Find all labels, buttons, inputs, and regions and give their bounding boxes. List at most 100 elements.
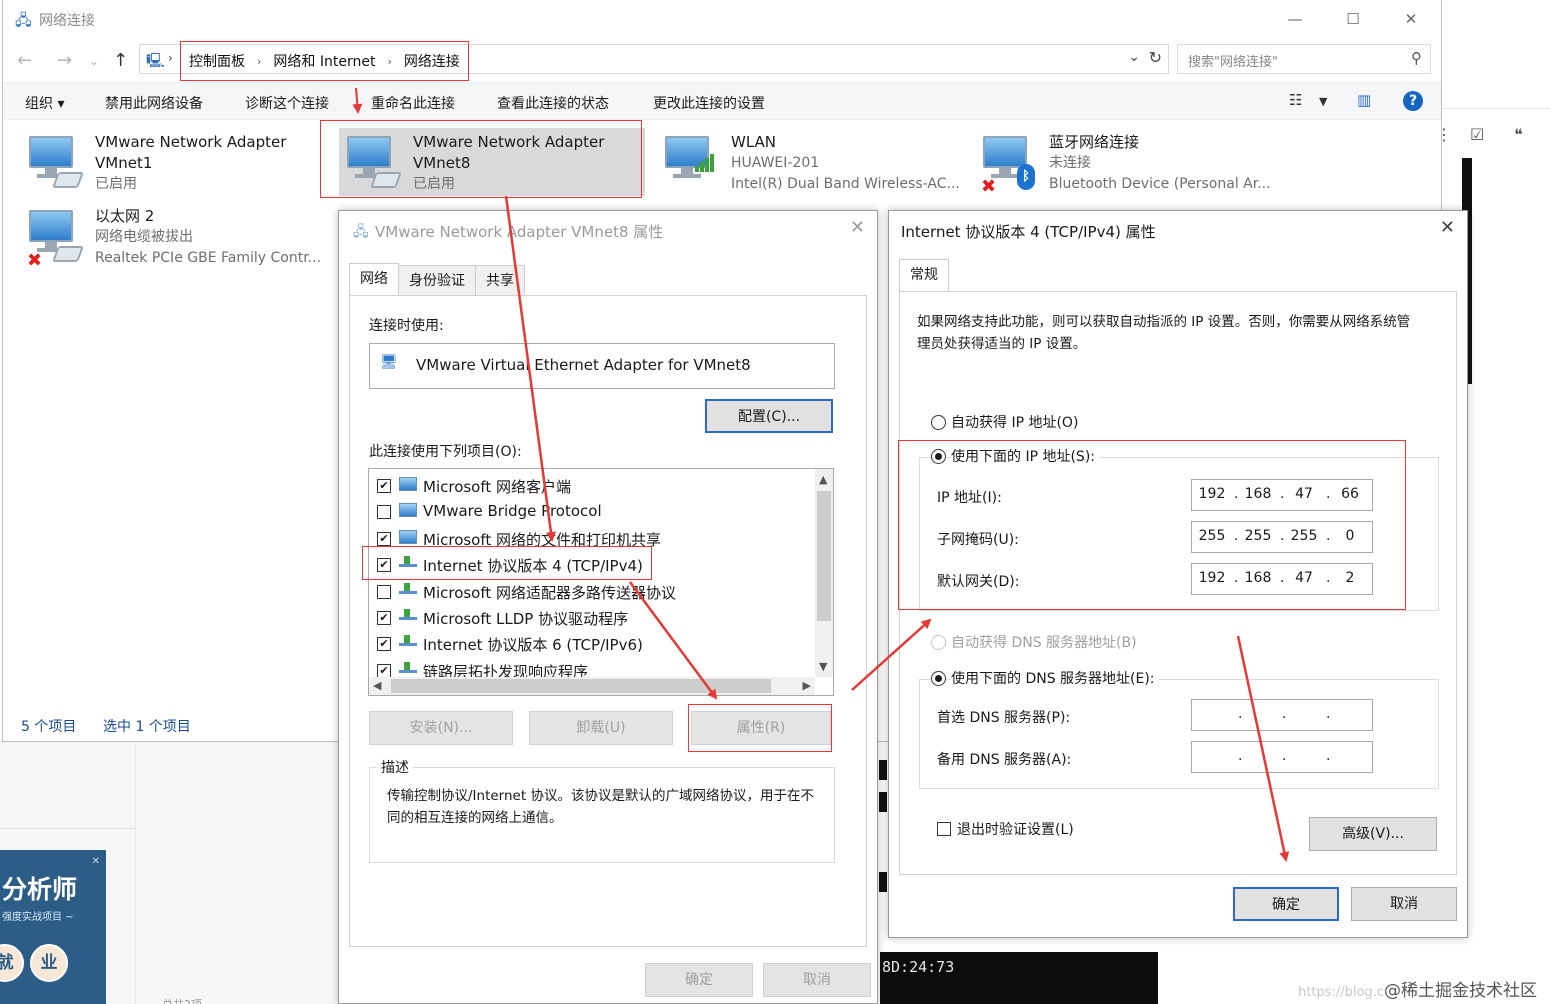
terminal-output: 8D:24:73: [880, 952, 1158, 1004]
minimize-button[interactable]: —: [1273, 6, 1317, 32]
quote-icon[interactable]: ❝: [1514, 125, 1523, 144]
adapter-ethernet2[interactable]: ✖ 以太网 2 网络电缆被拔出 Realtek PCIe GBE Family …: [25, 206, 335, 276]
disable-device-command[interactable]: 禁用此网络设备: [105, 93, 203, 113]
item-checkbox[interactable]: ✔: [377, 637, 391, 652]
address-bar[interactable]: 🖳 › 控制面板 › 网络和 Internet › 网络连接 ⌄ ↻: [139, 41, 1169, 81]
install-button[interactable]: 安装(N)...: [369, 711, 513, 745]
forward-arrow-icon[interactable]: →: [57, 50, 72, 71]
adapter-icon: 🖥: [380, 354, 398, 370]
chevron-up-icon[interactable]: ▲: [819, 473, 827, 486]
protocol-icon: [399, 635, 417, 651]
protocol-icon: [399, 609, 417, 625]
wifi-adapter-icon: [661, 136, 721, 194]
annotation-highlight: [898, 440, 1406, 610]
ad-title: 分析师: [2, 875, 78, 904]
cancel-button[interactable]: 取消: [763, 963, 871, 997]
back-arrow-icon[interactable]: ←: [17, 50, 32, 71]
vertical-scrollbar[interactable]: ▲ ▼: [815, 469, 833, 677]
item-checkbox[interactable]: [377, 584, 391, 599]
advanced-button[interactable]: 高级(V)...: [1309, 817, 1437, 851]
adapter-name-box: 🖥 VMware Virtual Ethernet Adapter for VM…: [369, 343, 835, 389]
item-checkbox[interactable]: ✔: [377, 611, 391, 625]
adapter-name-text: VMware Virtual Ethernet Adapter for VMne…: [416, 356, 751, 374]
search-placeholder: 搜索"网络连接": [1188, 55, 1278, 70]
view-options-icon[interactable]: ☷: [1289, 91, 1302, 109]
adapter-sub: 网络电缆被拔出: [95, 229, 193, 245]
list-item[interactable]: VMware Bridge Protocol: [377, 499, 817, 523]
list-item[interactable]: ✔ Microsoft LLDP 协议驱动程序: [377, 605, 817, 629]
breadcrumb-network-internet[interactable]: 网络和 Internet: [273, 51, 375, 71]
dialog-title: Internet 协议版本 4 (TCP/IPv4) 属性: [901, 223, 1156, 241]
close-button[interactable]: ✕: [1389, 6, 1433, 32]
configure-button[interactable]: 配置(C)...: [705, 399, 833, 433]
annotation-highlight: [688, 704, 832, 752]
background-toolbar: ⋮ ☑ ❝: [1436, 108, 1550, 158]
chevron-down-icon[interactable]: ▼: [819, 660, 827, 673]
ad-banner[interactable]: ✕ 分析师 强度实战项目 ~ 就 业: [0, 850, 106, 1004]
item-checkbox[interactable]: ✔: [377, 663, 391, 678]
items-label: 此连接使用下列项目(O):: [369, 444, 522, 460]
breadcrumb-network-connections[interactable]: 网络连接: [404, 51, 460, 71]
refresh-icon[interactable]: ↻: [1149, 48, 1162, 67]
auto-dns-radio[interactable]: [931, 635, 946, 650]
maximize-button[interactable]: ☐: [1331, 6, 1375, 32]
ok-button[interactable]: 确定: [1233, 887, 1339, 921]
command-bar: 组织 ▾ 禁用此网络设备 诊断这个连接 重命名此连接 查看此连接的状态 更改此连…: [3, 82, 1441, 120]
tab-general[interactable]: 常规: [899, 259, 949, 291]
list-item[interactable]: Microsoft 网络适配器多路传送器协议: [377, 579, 817, 603]
rename-command[interactable]: 重命名此连接: [371, 93, 455, 113]
avatar: 就: [0, 944, 24, 982]
search-input[interactable]: 搜索"网络连接" ⚲: [1177, 44, 1431, 74]
close-icon[interactable]: ✕: [1440, 217, 1455, 238]
ok-button[interactable]: 确定: [645, 963, 753, 997]
preview-pane-icon[interactable]: ▥: [1357, 91, 1371, 109]
tab-bar: 网络 身份验证 共享: [349, 263, 525, 295]
watermark: https://blog.c@稀土掘金技术社区: [1298, 976, 1537, 1001]
adapter-vmnet1[interactable]: VMware Network Adapter VMnet1 已启用: [25, 132, 325, 202]
item-checkbox[interactable]: ✔: [377, 531, 391, 546]
title-bar: 🖧 网络连接 — ☐ ✕: [3, 0, 1441, 38]
adapter-wlan[interactable]: WLAN HUAWEI-201 Intel(R) Dual Band Wirel…: [661, 132, 971, 202]
diagnose-command[interactable]: 诊断这个连接: [245, 93, 329, 113]
chevron-down-icon[interactable]: ⌄: [1128, 49, 1140, 65]
tab-sharing[interactable]: 共享: [475, 265, 525, 295]
list-item[interactable]: ✔ Microsoft 网络客户端: [377, 473, 817, 497]
view-status-command[interactable]: 查看此连接的状态: [497, 93, 609, 113]
tab-network[interactable]: 网络: [349, 263, 399, 295]
list-item[interactable]: ✔ Internet 协议版本 6 (TCP/IPv6): [377, 631, 817, 655]
auto-ip-label: 自动获得 IP 地址(O): [951, 415, 1079, 431]
chevron-down-icon[interactable]: ▼: [1319, 95, 1327, 108]
adapter-status: Bluetooth Device (Personal Ar...: [1049, 176, 1271, 192]
item-checkbox[interactable]: ✔: [377, 479, 391, 493]
auto-ip-radio[interactable]: [931, 415, 946, 430]
checkbox-icon[interactable]: ☑: [1470, 125, 1484, 144]
close-icon[interactable]: ✕: [850, 217, 865, 238]
uninstall-button[interactable]: 卸载(U): [529, 711, 673, 745]
change-settings-command[interactable]: 更改此连接的设置: [653, 93, 765, 113]
validate-label: 退出时验证设置(L): [957, 822, 1074, 838]
tab-authentication[interactable]: 身份验证: [398, 265, 476, 295]
ad-subtitle: 强度实战项目 ~: [2, 912, 74, 923]
cancel-button[interactable]: 取消: [1351, 887, 1457, 921]
chevron-left-icon[interactable]: ◀: [373, 679, 381, 692]
adapter-sub: 未连接: [1049, 155, 1091, 171]
adapter-bluetooth[interactable]: ✖ ᛒ 蓝牙网络连接 未连接 Bluetooth Device (Persona…: [979, 132, 1289, 202]
alternate-dns-field[interactable]: ...: [1191, 741, 1373, 773]
organize-menu[interactable]: 组织 ▾: [25, 93, 64, 113]
preferred-dns-field[interactable]: ...: [1191, 699, 1373, 731]
annotation-highlight: [362, 546, 652, 580]
help-icon[interactable]: ?: [1403, 91, 1423, 111]
horizontal-scrollbar[interactable]: ◀ ▶: [369, 677, 815, 695]
adapter-sub: HUAWEI-201: [731, 155, 820, 171]
up-arrow-icon[interactable]: ↑: [113, 50, 128, 71]
components-list[interactable]: ✔ Microsoft 网络客户端 VMware Bridge Protocol ✔ M…: [368, 468, 834, 696]
manual-dns-radio[interactable]: [931, 671, 946, 686]
validate-checkbox[interactable]: [937, 822, 951, 836]
search-icon[interactable]: ⚲: [1411, 49, 1422, 67]
recent-chevron-icon[interactable]: ⌄: [89, 54, 99, 68]
close-icon[interactable]: ✕: [92, 856, 100, 867]
chevron-right-icon[interactable]: ▶: [803, 679, 811, 692]
watermark-text: @稀土掘金技术社区: [1383, 981, 1537, 1001]
item-checkbox[interactable]: [377, 505, 391, 520]
breadcrumb-control-panel[interactable]: 控制面板: [189, 51, 245, 71]
